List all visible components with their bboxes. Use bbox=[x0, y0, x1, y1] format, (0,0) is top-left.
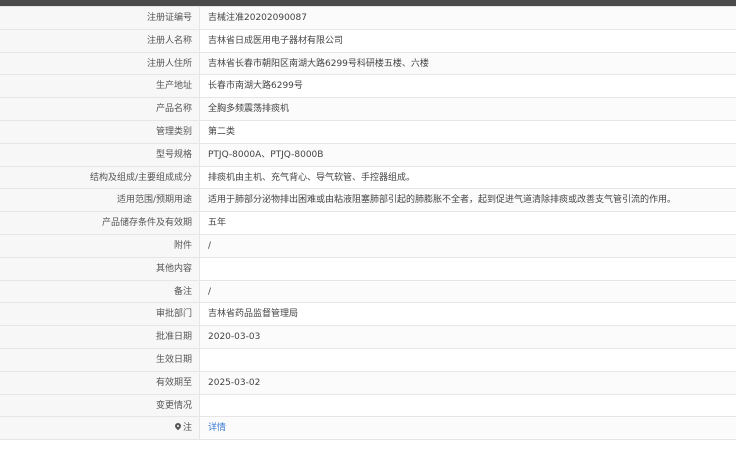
row-value: 吉械注准20202090087 bbox=[208, 13, 307, 23]
note-label: 注 bbox=[182, 423, 192, 434]
row-registrant-address: 注册人住所 吉林省长春市朝阳区南湖大路6299号科研楼五楼、六楼 bbox=[0, 52, 736, 76]
row-product-name: 产品名称 全胸多频震荡排痰机 bbox=[0, 98, 736, 121]
row-label: 管理类别 bbox=[0, 120, 200, 143]
row-value: PTJQ-8000A、PTJQ-8000B bbox=[208, 149, 324, 160]
row-label: 有效期至 bbox=[0, 371, 200, 394]
row-effective-date: 生效日期 bbox=[0, 348, 736, 372]
row-value: 排痰机由主机、充气背心、导气软管、手控器组成。 bbox=[208, 172, 416, 183]
row-approval-department: 审批部门 吉林省药品监督管理局 bbox=[0, 303, 736, 327]
row-label: 注册人住所 bbox=[0, 52, 200, 75]
row-value bbox=[200, 349, 736, 371]
row-intended-use: 适用范围/预期用途 适用于肺部分泌物排出困难或由粘液阻塞肺部引起的肺膨胀不全者，… bbox=[0, 189, 736, 213]
row-value: 全胸多频震荡排痰机 bbox=[208, 104, 290, 115]
row-value: 吉林省长春市朝阳区南湖大路6299号科研楼五楼、六楼 bbox=[208, 58, 429, 69]
row-label: 产品名称 bbox=[0, 98, 200, 120]
row-value: / bbox=[208, 286, 212, 297]
row-label: 附件 bbox=[0, 234, 200, 257]
row-management-category: 管理类别 第二类 bbox=[0, 120, 736, 144]
row-label: 其他内容 bbox=[0, 257, 200, 280]
row-change-status: 变更情况 bbox=[0, 394, 736, 418]
row-other-content: 其他内容 bbox=[0, 257, 736, 281]
row-label: 注册证编号 bbox=[0, 7, 200, 29]
row-label: 型号规格 bbox=[0, 143, 200, 166]
row-value: 吉林省日成医用电子器材有限公司 bbox=[208, 35, 344, 46]
row-value: 详情 bbox=[200, 417, 736, 439]
row-attachment: 附件 / bbox=[0, 234, 736, 258]
registration-detail-table: 注册证编号 吉械注准20202090087 注册人名称 吉林省日成医用电子器材有… bbox=[0, 6, 736, 441]
row-value: 2025-03-02 bbox=[208, 377, 261, 388]
row-registration-number: 注册证编号 吉械注准20202090087 bbox=[0, 7, 736, 30]
row-label: 注 bbox=[0, 417, 200, 440]
row-valid-until: 有效期至 2025-03-02 bbox=[0, 371, 736, 395]
row-label: 批准日期 bbox=[0, 326, 200, 348]
row-registrant-name: 注册人名称 吉林省日成医用电子器材有限公司 bbox=[0, 29, 736, 53]
row-label: 生产地址 bbox=[0, 75, 200, 98]
row-structure-composition: 结构及组成/主要组成成分 排痰机由主机、充气背心、导气软管、手控器组成。 bbox=[0, 166, 736, 190]
row-value: 长春市南湖大路6299号 bbox=[208, 81, 303, 92]
row-note: 注 详情 bbox=[0, 417, 736, 441]
row-remarks: 备注 / bbox=[0, 280, 736, 304]
row-label: 生效日期 bbox=[0, 348, 200, 371]
row-value: 五年 bbox=[208, 218, 227, 229]
row-value: 适用于肺部分泌物排出困难或由粘液阻塞肺部引起的肺膨胀不全者，起到促进气道清除排痰… bbox=[208, 195, 677, 206]
row-value bbox=[200, 395, 736, 417]
row-model-spec: 型号规格 PTJQ-8000A、PTJQ-8000B bbox=[0, 143, 736, 167]
row-value: 第二类 bbox=[208, 126, 236, 137]
row-label: 审批部门 bbox=[0, 303, 200, 326]
row-value bbox=[200, 258, 736, 280]
details-link[interactable]: 详情 bbox=[208, 423, 226, 433]
row-value: / bbox=[208, 240, 212, 251]
row-production-address: 生产地址 长春市南湖大路6299号 bbox=[0, 75, 736, 99]
row-label: 备注 bbox=[0, 280, 200, 303]
row-label: 适用范围/预期用途 bbox=[0, 189, 200, 212]
row-value: 2020-03-03 bbox=[208, 332, 261, 343]
map-pin-icon bbox=[173, 422, 183, 431]
row-label: 产品储存条件及有效期 bbox=[0, 212, 200, 234]
row-label: 注册人名称 bbox=[0, 29, 200, 52]
row-label: 变更情况 bbox=[0, 394, 200, 417]
row-value: 吉林省药品监督管理局 bbox=[208, 309, 299, 320]
row-storage-validity: 产品储存条件及有效期 五年 bbox=[0, 212, 736, 235]
row-label: 结构及组成/主要组成成分 bbox=[0, 166, 200, 189]
row-approval-date: 批准日期 2020-03-03 bbox=[0, 326, 736, 349]
